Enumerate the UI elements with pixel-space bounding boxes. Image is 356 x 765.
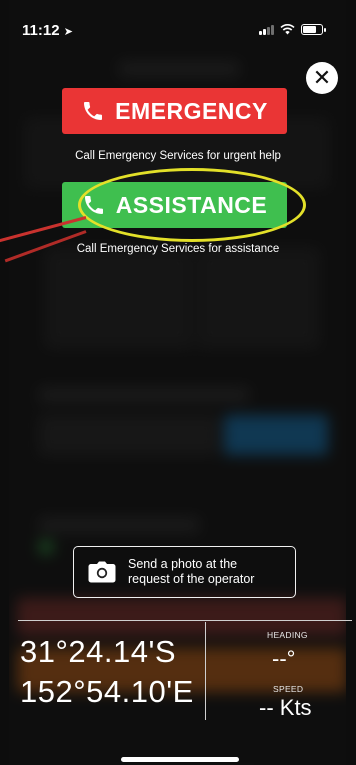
highlight-ring-annotation (78, 168, 306, 242)
location-arrow-icon: ➤ (63, 26, 73, 38)
emergency-call-button[interactable]: EMERGENCY (62, 88, 287, 134)
panel-divider (205, 622, 206, 720)
emergency-caption: Call Emergency Services for urgent help (75, 150, 281, 162)
send-photo-label: Send a photo at the request of the opera… (128, 557, 255, 586)
heading-label: HEADING (267, 630, 308, 640)
camera-icon (88, 561, 116, 583)
status-bar: 11:12 ➤ (0, 0, 337, 40)
phone-icon (84, 102, 103, 120)
speed-value: -- Kts (259, 695, 312, 720)
close-icon: ✕ (312, 65, 332, 90)
status-time: 11:12 ➤ (22, 22, 73, 39)
wifi-icon (280, 24, 295, 35)
status-icons (259, 24, 326, 35)
cellular-signal-icon (259, 24, 274, 35)
close-button[interactable]: ✕ (306, 62, 338, 94)
latitude-readout: 31°24.14'S (20, 634, 177, 669)
emergency-label: EMERGENCY (115, 97, 268, 124)
battery-icon (301, 24, 326, 35)
speed-label: SPEED (273, 684, 304, 694)
home-indicator[interactable] (121, 757, 239, 762)
panel-divider (18, 620, 352, 621)
longitude-readout: 152°54.10'E (20, 674, 194, 709)
send-photo-button[interactable]: Send a photo at the request of the opera… (73, 546, 296, 598)
heading-value: --° (272, 646, 296, 671)
